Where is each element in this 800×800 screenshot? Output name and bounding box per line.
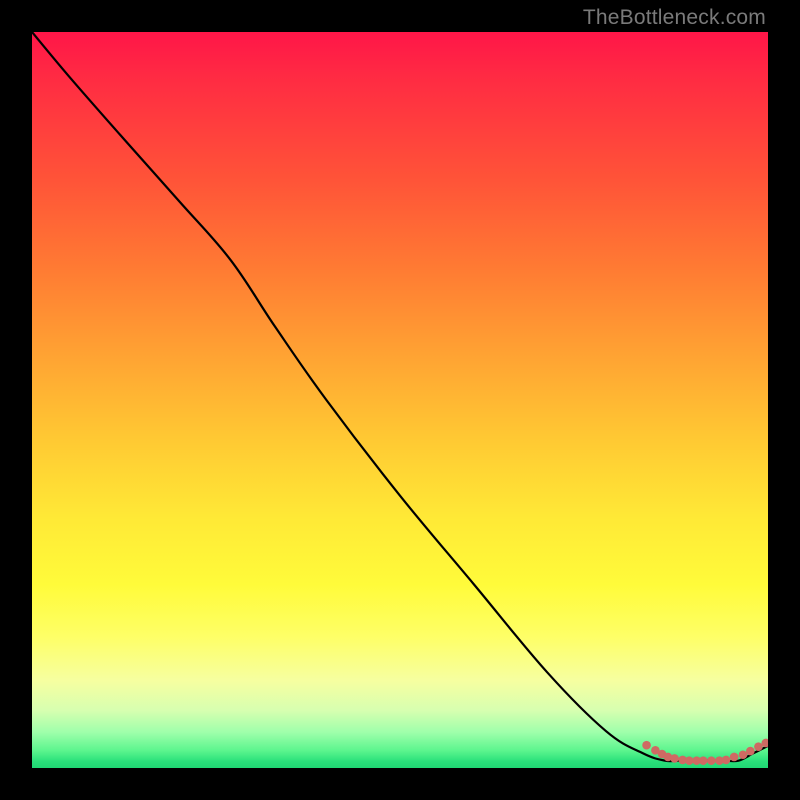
data-point (670, 754, 679, 763)
points-cluster (642, 739, 768, 765)
data-point (746, 747, 755, 756)
data-point (722, 756, 731, 765)
data-point (754, 742, 763, 751)
watermark-text: TheBottleneck.com (583, 6, 766, 30)
chart-container: TheBottleneck.com (0, 0, 800, 800)
plot-area (32, 32, 768, 768)
data-point (707, 756, 716, 765)
data-point (685, 756, 694, 765)
data-point (699, 756, 708, 765)
data-point (739, 750, 748, 759)
data-point (642, 741, 651, 750)
bottleneck-curve (32, 32, 768, 761)
data-point (730, 753, 739, 762)
chart-svg (32, 32, 768, 768)
